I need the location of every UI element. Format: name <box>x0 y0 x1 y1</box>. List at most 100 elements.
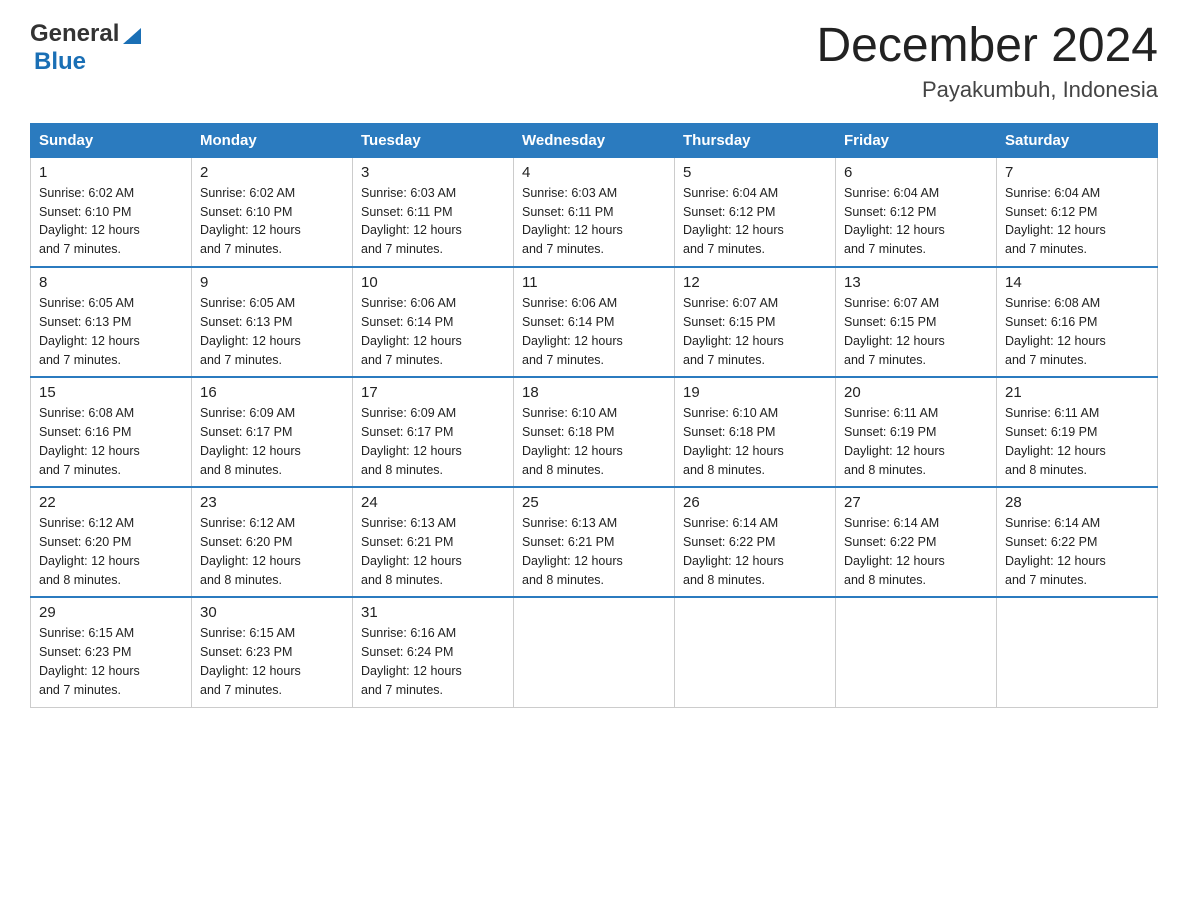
calendar-cell: 6Sunrise: 6:04 AMSunset: 6:12 PMDaylight… <box>836 157 997 267</box>
calendar-cell: 14Sunrise: 6:08 AMSunset: 6:16 PMDayligh… <box>997 267 1158 377</box>
calendar-cell: 7 Sunrise: 6:04 AMSunset: 6:12 PMDaylight… <box>997 157 1158 267</box>
calendar-cell <box>514 597 675 707</box>
day-number: 14 <box>1005 274 1149 291</box>
calendar-cell: 23 Sunrise: 6:12 AMSunset: 6:20 PMDayligh… <box>192 487 353 597</box>
calendar-cell: 12 Sunrise: 6:07 AMSunset: 6:15 PMDayligh… <box>675 267 836 377</box>
day-number: 9 <box>200 274 344 291</box>
calendar-cell: 1Sunrise: 6:02 AMSunset: 6:10 PMDaylight… <box>31 157 192 267</box>
day-info: Sunrise: 6:13 AMSunset: 6:21 PMDaylight:… <box>361 514 505 589</box>
day-info: Sunrise: 6:07 AMSunset: 6:15 PMDaylight:… <box>683 294 827 369</box>
calendar-cell: 24Sunrise: 6:13 AMSunset: 6:21 PMDayligh… <box>353 487 514 597</box>
day-info: Sunrise: 6:11 AMSunset: 6:19 PMDaylight:… <box>844 404 988 479</box>
logo: General Blue <box>30 20 143 76</box>
day-number: 21 <box>1005 384 1149 401</box>
day-number: 15 <box>39 384 183 401</box>
day-number: 4 <box>522 164 666 181</box>
day-number: 27 <box>844 494 988 511</box>
day-info: Sunrise: 6:04 AMSunset: 6:12 PMDaylight:… <box>683 184 827 259</box>
day-number: 25 <box>522 494 666 511</box>
calendar-week-row: 22 Sunrise: 6:12 AMSunset: 6:20 PMDayligh… <box>31 487 1158 597</box>
day-number: 30 <box>200 604 344 621</box>
location-title: Payakumbuh, Indonesia <box>816 77 1158 103</box>
logo-blue-text: Blue <box>34 48 86 75</box>
day-info: Sunrise: 6:12 AMSunset: 6:20 PMDaylight:… <box>200 514 344 589</box>
page-header: General Blue December 2024 Payakumbuh, I… <box>30 20 1158 103</box>
calendar-week-row: 1 Sunrise: 6:02 AMSunset: 6:10 PMDaylight… <box>31 157 1158 267</box>
day-number: 28 <box>1005 494 1149 511</box>
day-info: Sunrise: 6:10 AMSunset: 6:18 PMDaylight:… <box>683 404 827 479</box>
day-number: 3 <box>361 164 505 181</box>
day-header-row: SundayMondayTuesdayWednesdayThursdayFrid… <box>31 123 1158 157</box>
day-header-monday: Monday <box>192 123 353 157</box>
day-info: Sunrise: 6:02 AMSunset: 6:10 PMDaylight:… <box>200 184 344 259</box>
calendar-cell: 10Sunrise: 6:06 AMSunset: 6:14 PMDayligh… <box>353 267 514 377</box>
day-number: 19 <box>683 384 827 401</box>
day-header-wednesday: Wednesday <box>514 123 675 157</box>
day-number: 16 <box>200 384 344 401</box>
day-number: 13 <box>844 274 988 291</box>
day-info: Sunrise: 6:04 AMSunset: 6:12 PMDaylight:… <box>844 184 988 259</box>
calendar-cell: 13 Sunrise: 6:07 AMSunset: 6:15 PMDayligh… <box>836 267 997 377</box>
calendar-cell: 18Sunrise: 6:10 AMSunset: 6:18 PMDayligh… <box>514 377 675 487</box>
day-number: 29 <box>39 604 183 621</box>
calendar-cell: 29 Sunrise: 6:15 AMSunset: 6:23 PMDayligh… <box>31 597 192 707</box>
day-number: 11 <box>522 274 666 291</box>
day-info: Sunrise: 6:12 AMSunset: 6:20 PMDaylight:… <box>39 514 183 589</box>
calendar-cell: 2 Sunrise: 6:02 AMSunset: 6:10 PMDaylight… <box>192 157 353 267</box>
day-number: 22 <box>39 494 183 511</box>
logo-general-text: General <box>30 20 119 48</box>
day-info: Sunrise: 6:15 AMSunset: 6:23 PMDaylight:… <box>39 624 183 699</box>
day-number: 8 <box>39 274 183 291</box>
day-number: 17 <box>361 384 505 401</box>
calendar-week-row: 29 Sunrise: 6:15 AMSunset: 6:23 PMDayligh… <box>31 597 1158 707</box>
day-info: Sunrise: 6:09 AMSunset: 6:17 PMDaylight:… <box>200 404 344 479</box>
calendar-table: SundayMondayTuesdayWednesdayThursdayFrid… <box>30 123 1158 708</box>
day-number: 12 <box>683 274 827 291</box>
calendar-week-row: 8 Sunrise: 6:05 AMSunset: 6:13 PMDaylight… <box>31 267 1158 377</box>
day-info: Sunrise: 6:04 AMSunset: 6:12 PMDaylight:… <box>1005 184 1149 259</box>
calendar-cell: 4 Sunrise: 6:03 AMSunset: 6:11 PMDaylight… <box>514 157 675 267</box>
calendar-cell: 22 Sunrise: 6:12 AMSunset: 6:20 PMDayligh… <box>31 487 192 597</box>
calendar-cell: 27 Sunrise: 6:14 AMSunset: 6:22 PMDayligh… <box>836 487 997 597</box>
day-info: Sunrise: 6:06 AMSunset: 6:14 PMDaylight:… <box>522 294 666 369</box>
calendar-cell: 30 Sunrise: 6:15 AMSunset: 6:23 PMDayligh… <box>192 597 353 707</box>
day-info: Sunrise: 6:13 AMSunset: 6:21 PMDaylight:… <box>522 514 666 589</box>
day-number: 2 <box>200 164 344 181</box>
day-number: 20 <box>844 384 988 401</box>
day-number: 31 <box>361 604 505 621</box>
calendar-cell: 25 Sunrise: 6:13 AMSunset: 6:21 PMDayligh… <box>514 487 675 597</box>
calendar-cell: 16 Sunrise: 6:09 AMSunset: 6:17 PMDayligh… <box>192 377 353 487</box>
day-info: Sunrise: 6:16 AMSunset: 6:24 PMDaylight:… <box>361 624 505 699</box>
logo-triangle-icon <box>121 24 143 46</box>
day-header-sunday: Sunday <box>31 123 192 157</box>
day-number: 1 <box>39 164 183 181</box>
calendar-header: SundayMondayTuesdayWednesdayThursdayFrid… <box>31 123 1158 157</box>
calendar-cell: 3Sunrise: 6:03 AMSunset: 6:11 PMDaylight… <box>353 157 514 267</box>
day-info: Sunrise: 6:14 AMSunset: 6:22 PMDaylight:… <box>683 514 827 589</box>
day-info: Sunrise: 6:07 AMSunset: 6:15 PMDaylight:… <box>844 294 988 369</box>
calendar-cell: 21Sunrise: 6:11 AMSunset: 6:19 PMDayligh… <box>997 377 1158 487</box>
calendar-cell: 9 Sunrise: 6:05 AMSunset: 6:13 PMDaylight… <box>192 267 353 377</box>
calendar-cell: 17 Sunrise: 6:09 AMSunset: 6:17 PMDayligh… <box>353 377 514 487</box>
day-info: Sunrise: 6:03 AMSunset: 6:11 PMDaylight:… <box>522 184 666 259</box>
day-info: Sunrise: 6:14 AMSunset: 6:22 PMDaylight:… <box>844 514 988 589</box>
calendar-cell: 31 Sunrise: 6:16 AMSunset: 6:24 PMDayligh… <box>353 597 514 707</box>
calendar-cell <box>675 597 836 707</box>
day-number: 7 <box>1005 164 1149 181</box>
calendar-cell: 28 Sunrise: 6:14 AMSunset: 6:22 PMDayligh… <box>997 487 1158 597</box>
calendar-cell: 26 Sunrise: 6:14 AMSunset: 6:22 PMDayligh… <box>675 487 836 597</box>
calendar-body: 1 Sunrise: 6:02 AMSunset: 6:10 PMDaylight… <box>31 157 1158 707</box>
day-info: Sunrise: 6:14 AMSunset: 6:22 PMDaylight:… <box>1005 514 1149 589</box>
day-header-saturday: Saturday <box>997 123 1158 157</box>
day-number: 23 <box>200 494 344 511</box>
day-info: Sunrise: 6:09 AMSunset: 6:17 PMDaylight:… <box>361 404 505 479</box>
day-number: 5 <box>683 164 827 181</box>
day-number: 18 <box>522 384 666 401</box>
calendar-week-row: 15Sunrise: 6:08 AMSunset: 6:16 PMDayligh… <box>31 377 1158 487</box>
day-header-friday: Friday <box>836 123 997 157</box>
day-info: Sunrise: 6:15 AMSunset: 6:23 PMDaylight:… <box>200 624 344 699</box>
day-number: 26 <box>683 494 827 511</box>
calendar-cell: 5 Sunrise: 6:04 AMSunset: 6:12 PMDaylight… <box>675 157 836 267</box>
day-info: Sunrise: 6:05 AMSunset: 6:13 PMDaylight:… <box>200 294 344 369</box>
day-info: Sunrise: 6:05 AMSunset: 6:13 PMDaylight:… <box>39 294 183 369</box>
